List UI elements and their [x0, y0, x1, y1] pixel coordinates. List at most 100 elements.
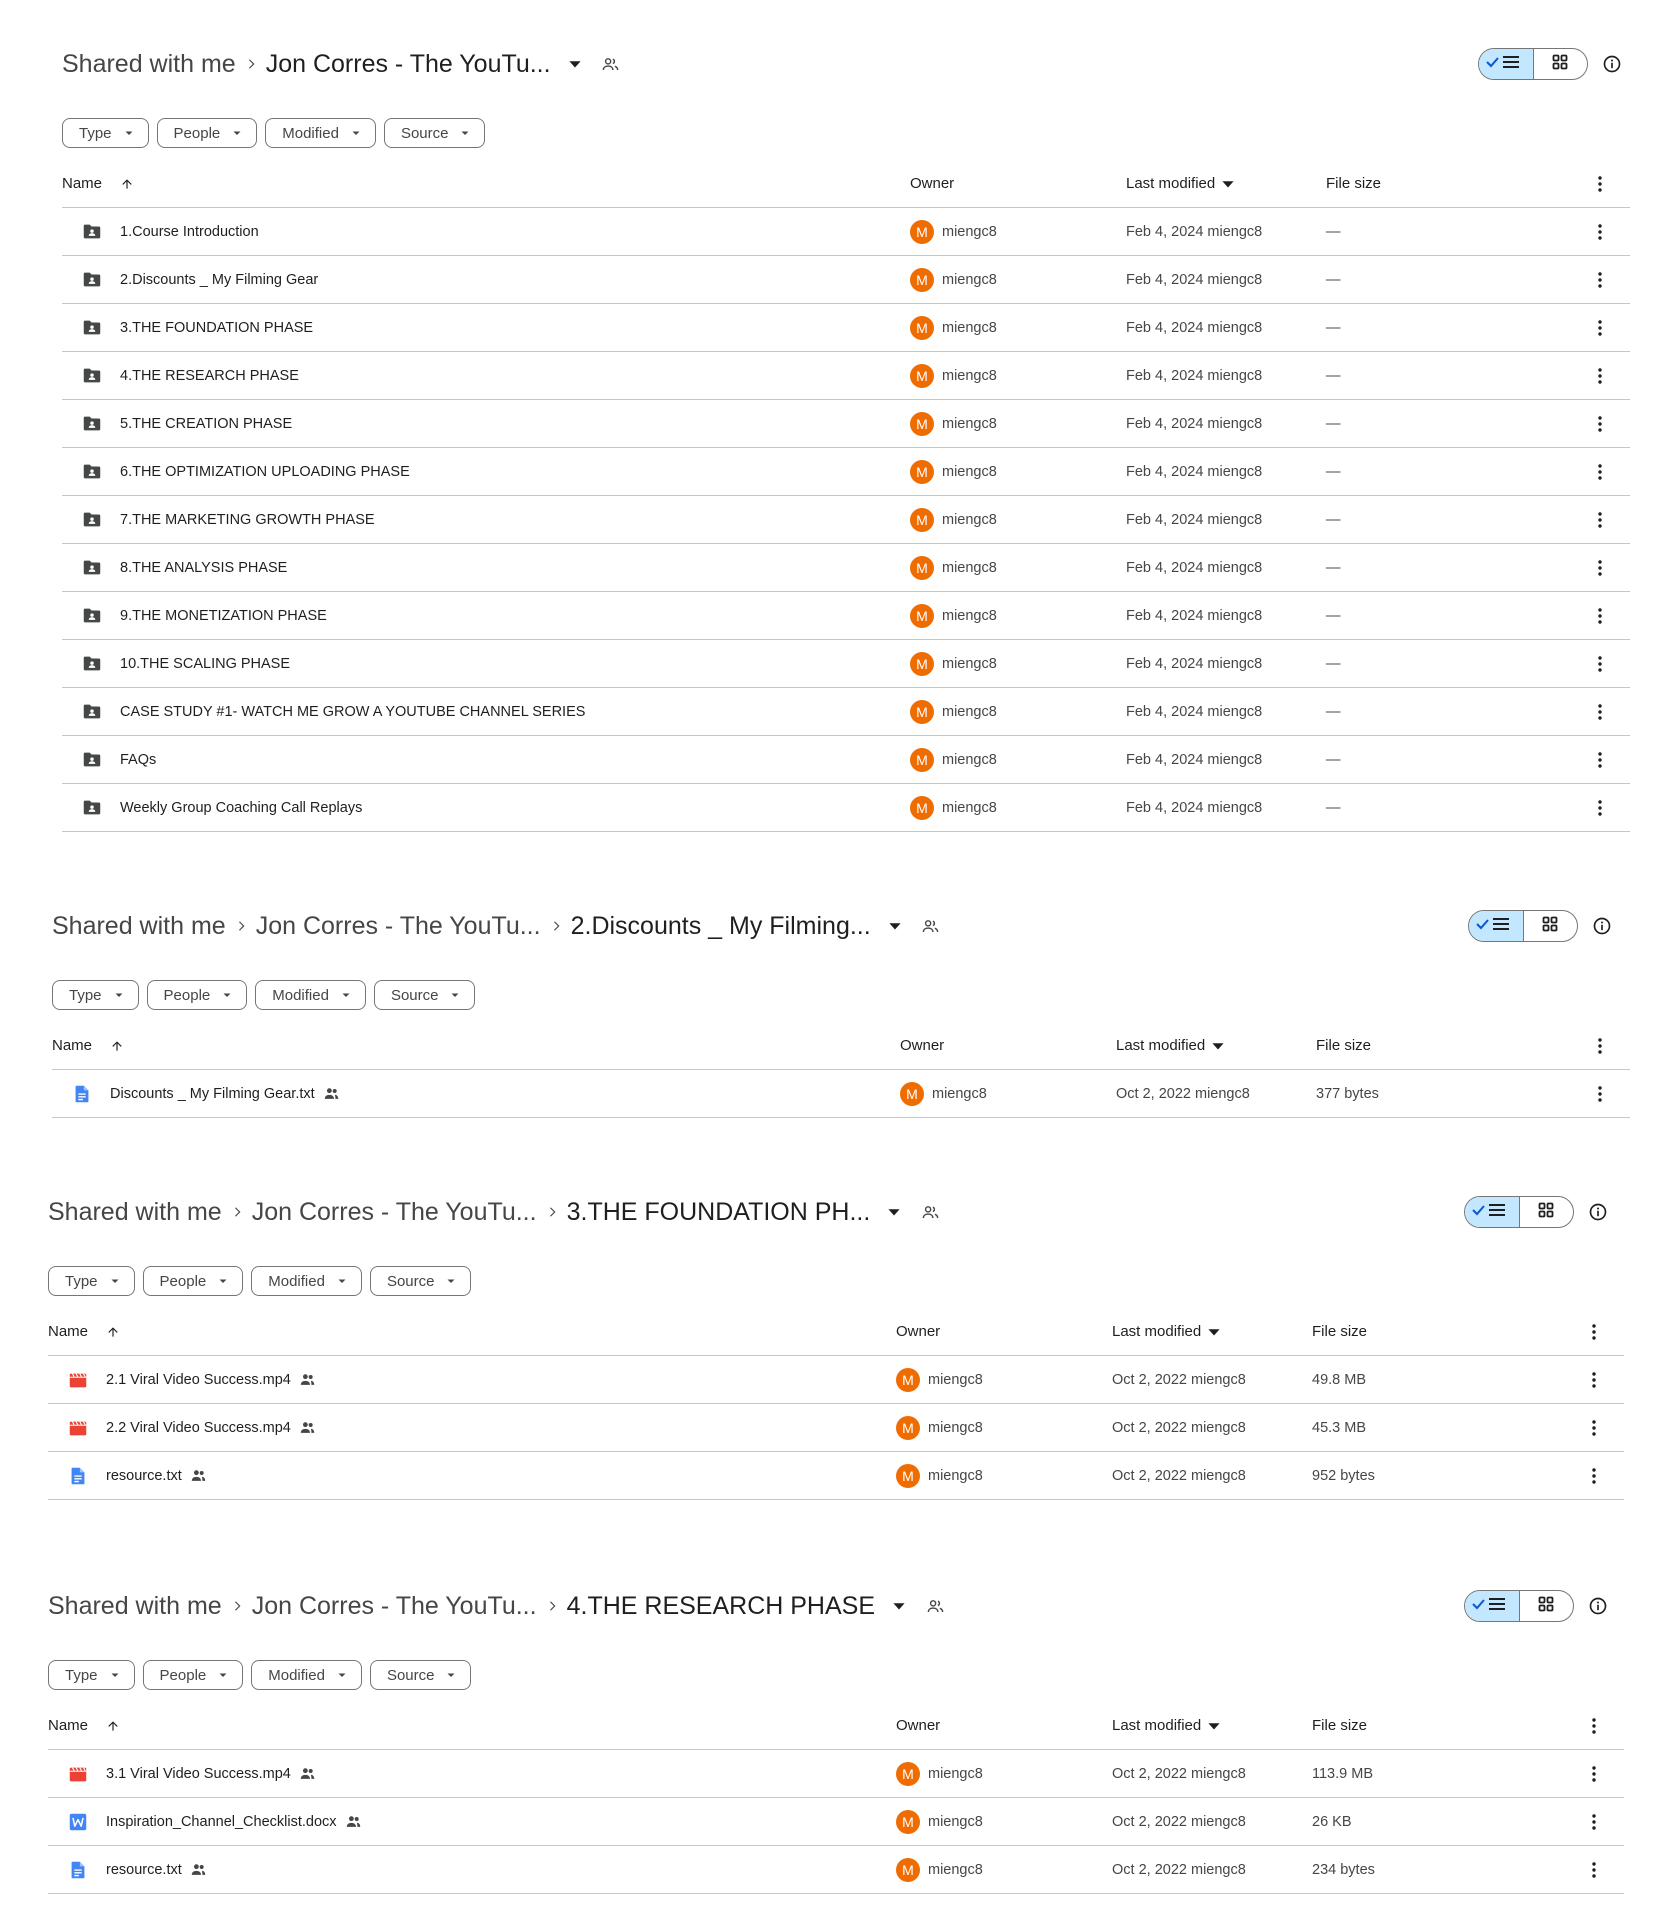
row-more-actions-icon[interactable] — [1588, 208, 1612, 255]
avatar[interactable]: M — [910, 411, 934, 436]
table-row[interactable]: 4.THE RESEARCH PHASE Mmiengc8 Feb 4, 2024 … — [62, 352, 1630, 400]
file-name-cell[interactable]: CASE STUDY #1- WATCH ME GROW A YOUTUBE C… — [120, 688, 585, 735]
avatar[interactable]: M — [910, 507, 934, 532]
filter-chip-modified[interactable]: Modified — [251, 1266, 362, 1296]
filter-chip-people[interactable]: People — [142, 1660, 244, 1690]
row-more-actions-icon[interactable] — [1588, 448, 1612, 495]
row-more-actions-icon[interactable] — [1582, 1452, 1606, 1499]
grid-view-button[interactable] — [1520, 1591, 1574, 1621]
sort-arrow-up-icon[interactable] — [106, 1325, 120, 1339]
row-more-actions-icon[interactable] — [1588, 496, 1612, 543]
file-name-cell[interactable]: 7.THE MARKETING GROWTH PHASE — [120, 496, 375, 543]
filter-chip-modified[interactable]: Modified — [251, 1660, 362, 1690]
grid-view-button[interactable] — [1524, 911, 1578, 941]
table-row[interactable]: 6.THE OPTIMIZATION UPLOADING PHASE Mmieng… — [62, 448, 1630, 496]
list-view-button[interactable] — [1469, 911, 1524, 941]
table-row[interactable]: Discounts _ My Filming Gear.txt Mmiengc8 O… — [52, 1070, 1630, 1118]
table-row[interactable]: 2.1 Viral Video Success.mp4 Mmiengc8 Oct 2… — [48, 1356, 1624, 1404]
table-row[interactable]: CASE STUDY #1- WATCH ME GROW A YOUTUBE C… — [62, 688, 1630, 736]
list-view-button[interactable] — [1479, 49, 1534, 79]
row-more-actions-icon[interactable] — [1588, 256, 1612, 303]
folder-menu-dropdown-icon[interactable] — [885, 1592, 913, 1620]
row-more-actions-icon[interactable] — [1588, 688, 1612, 735]
list-view-button[interactable] — [1465, 1591, 1520, 1621]
avatar[interactable]: M — [896, 1367, 920, 1392]
avatar[interactable]: M — [896, 1809, 920, 1834]
table-row[interactable]: 8.THE ANALYSIS PHASE Mmiengc8 Feb 4, 2024 … — [62, 544, 1630, 592]
row-more-actions-icon[interactable] — [1582, 1750, 1606, 1797]
folder-menu-dropdown-icon[interactable] — [561, 50, 589, 78]
filter-chip-people[interactable]: People — [156, 118, 258, 148]
file-name-cell[interactable]: resource.txt — [106, 1452, 207, 1499]
avatar[interactable]: M — [910, 603, 934, 628]
filter-chip-source[interactable]: Source — [383, 118, 486, 148]
row-more-actions-icon[interactable] — [1582, 1356, 1606, 1403]
avatar[interactable]: M — [896, 1761, 920, 1786]
avatar[interactable]: M — [900, 1081, 924, 1106]
avatar[interactable]: M — [910, 651, 934, 676]
avatar[interactable]: M — [910, 699, 934, 724]
table-row[interactable]: 5.THE CREATION PHASE Mmiengc8 Feb 4, 2024 … — [62, 400, 1630, 448]
row-more-actions-icon[interactable] — [1582, 1798, 1606, 1845]
table-row[interactable]: FAQs Mmiengc8 Feb 4, 2024 miengc8 — — [62, 736, 1630, 784]
row-more-actions-icon[interactable] — [1582, 1846, 1606, 1893]
shared-people-icon[interactable] — [916, 1198, 944, 1226]
breadcrumb-item[interactable]: Jon Corres - The YouTu... — [252, 1592, 537, 1621]
file-name-cell[interactable]: 2.1 Viral Video Success.mp4 — [106, 1356, 316, 1403]
file-name-cell[interactable]: 9.THE MONETIZATION PHASE — [120, 592, 327, 639]
avatar[interactable]: M — [910, 459, 934, 484]
table-row[interactable]: 9.THE MONETIZATION PHASE Mmiengc8 Feb 4, 2… — [62, 592, 1630, 640]
filter-chip-type[interactable]: Type — [52, 980, 139, 1010]
avatar[interactable]: M — [910, 363, 934, 388]
breadcrumb-item[interactable]: Jon Corres - The YouTu... — [256, 912, 541, 941]
column-header-last-modified[interactable]: Last modified — [1112, 1308, 1221, 1355]
file-name-cell[interactable]: 4.THE RESEARCH PHASE — [120, 352, 299, 399]
more-options-icon[interactable] — [1588, 160, 1612, 207]
info-icon[interactable] — [1600, 52, 1624, 76]
table-row[interactable]: 7.THE MARKETING GROWTH PHASE Mmiengc8 Feb … — [62, 496, 1630, 544]
row-more-actions-icon[interactable] — [1588, 784, 1612, 831]
grid-view-button[interactable] — [1534, 49, 1588, 79]
file-name-cell[interactable]: 3.THE FOUNDATION PHASE — [120, 304, 313, 351]
avatar[interactable]: M — [896, 1415, 920, 1440]
info-icon[interactable] — [1586, 1200, 1610, 1224]
avatar[interactable]: M — [896, 1857, 920, 1882]
table-row[interactable]: resource.txt Mmiengc8 Oct 2, 2022 miengc8 9… — [48, 1452, 1624, 1500]
file-name-cell[interactable]: 3.1 Viral Video Success.mp4 — [106, 1750, 316, 1797]
filter-chip-source[interactable]: Source — [369, 1266, 472, 1296]
avatar[interactable]: M — [910, 219, 934, 244]
filter-chip-people[interactable]: People — [142, 1266, 244, 1296]
row-more-actions-icon[interactable] — [1588, 592, 1612, 639]
filter-chip-type[interactable]: Type — [62, 118, 149, 148]
shared-people-icon[interactable] — [917, 912, 945, 940]
info-icon[interactable] — [1586, 1594, 1610, 1618]
avatar[interactable]: M — [910, 795, 934, 820]
row-more-actions-icon[interactable] — [1588, 400, 1612, 447]
column-header-name[interactable]: Name — [62, 160, 134, 207]
file-name-cell[interactable]: resource.txt — [106, 1846, 207, 1893]
info-icon[interactable] — [1590, 914, 1614, 938]
file-name-cell[interactable]: 2.Discounts _ My Filming Gear — [120, 256, 318, 303]
table-row[interactable]: 10.THE SCALING PHASE Mmiengc8 Feb 4, 2024 … — [62, 640, 1630, 688]
more-options-icon[interactable] — [1582, 1702, 1606, 1749]
avatar[interactable]: M — [910, 315, 934, 340]
breadcrumb-item[interactable]: Jon Corres - The YouTu... — [252, 1198, 537, 1227]
breadcrumb-item[interactable]: 4.THE RESEARCH PHASE — [567, 1592, 875, 1621]
shared-people-icon[interactable] — [921, 1592, 949, 1620]
file-name-cell[interactable]: 1.Course Introduction — [120, 208, 259, 255]
sort-arrow-up-icon[interactable] — [106, 1719, 120, 1733]
file-name-cell[interactable]: 6.THE OPTIMIZATION UPLOADING PHASE — [120, 448, 410, 495]
avatar[interactable]: M — [896, 1463, 920, 1488]
table-row[interactable]: 3.THE FOUNDATION PHASE Mmiengc8 Feb 4, 202… — [62, 304, 1630, 352]
column-header-last-modified[interactable]: Last modified — [1112, 1702, 1221, 1749]
breadcrumb-item[interactable]: 2.Discounts _ My Filming... — [571, 912, 871, 941]
column-header-last-modified[interactable]: Last modified — [1116, 1022, 1225, 1069]
file-name-cell[interactable]: Discounts _ My Filming Gear.txt — [110, 1070, 340, 1117]
filter-chip-modified[interactable]: Modified — [255, 980, 366, 1010]
row-more-actions-icon[interactable] — [1588, 352, 1612, 399]
row-more-actions-icon[interactable] — [1588, 1070, 1612, 1117]
table-row[interactable]: 1.Course Introduction Mmiengc8 Feb 4, 2024… — [62, 208, 1630, 256]
breadcrumb-item[interactable]: Jon Corres - The YouTu... — [266, 50, 551, 79]
folder-menu-dropdown-icon[interactable] — [880, 1198, 908, 1226]
row-more-actions-icon[interactable] — [1588, 736, 1612, 783]
